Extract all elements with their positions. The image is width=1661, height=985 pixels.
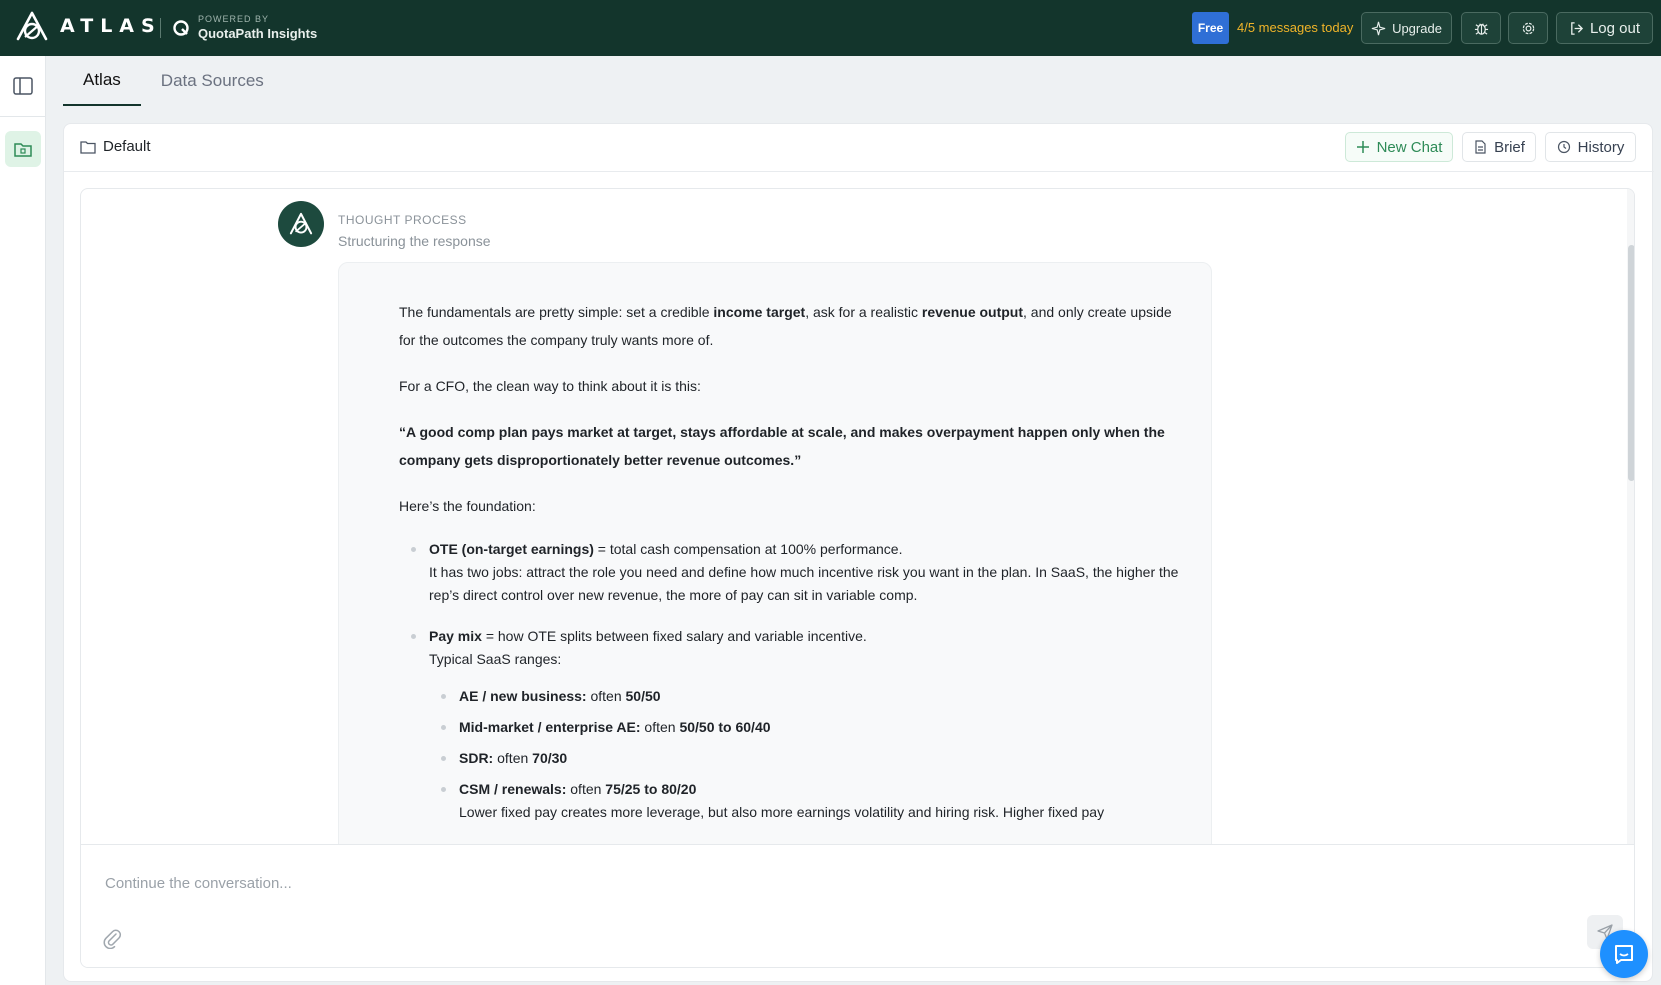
- folder-icon: [80, 140, 96, 154]
- tab-atlas[interactable]: Atlas: [63, 56, 141, 106]
- bold-term: OTE (on-target earnings): [429, 541, 594, 557]
- bug-icon: [1474, 22, 1488, 35]
- folder-icon: [14, 143, 32, 157]
- list-item: Pay mix = how OTE splits between fixed s…: [399, 625, 1179, 824]
- mix-value: 75/25 to 80/20: [605, 781, 697, 797]
- atlas-logo-icon: [289, 212, 313, 235]
- brand-wordmark: ATLAS: [60, 15, 162, 37]
- message-paragraph: The fundamentals are pretty simple: set …: [399, 298, 1179, 354]
- bold-term: income target: [713, 304, 806, 320]
- assistant-message: The fundamentals are pretty simple: set …: [338, 262, 1212, 844]
- upgrade-label: Upgrade: [1392, 20, 1442, 36]
- mix-value: 50/50: [625, 688, 661, 704]
- chat-panel: THOUGHT PROCESS Structuring the response…: [80, 188, 1635, 968]
- document-icon: [1475, 140, 1486, 154]
- powered-by-label: POWERED BY: [198, 14, 270, 24]
- sparkle-icon: [1371, 21, 1386, 35]
- message-quote: “A good comp plan pays market at target,…: [399, 418, 1179, 474]
- new-chat-label: New Chat: [1376, 138, 1443, 156]
- settings-button[interactable]: [1508, 12, 1548, 44]
- quotapath-icon: [173, 20, 189, 36]
- message-count: 4/5 messages today: [1237, 20, 1354, 35]
- thought-process-status: Structuring the response: [338, 233, 491, 249]
- message-paragraph: For a CFO, the clean way to think about …: [399, 378, 701, 394]
- composer: [81, 844, 1634, 967]
- role-name: CSM / renewals:: [459, 781, 567, 797]
- quote-text: “A good comp plan pays market at target,…: [399, 424, 1165, 468]
- list-item: OTE (on-target earnings) = total cash co…: [399, 538, 1179, 607]
- mix-value: 50/50 to 60/40: [679, 719, 771, 735]
- folder-name: Default: [103, 138, 151, 155]
- role-name: SDR:: [459, 750, 494, 766]
- pay-mix-item: Mid-market / enterprise AE: often 50/50 …: [429, 716, 1179, 739]
- upgrade-button[interactable]: Upgrade: [1361, 12, 1452, 44]
- pay-mix-item: SDR: often 70/30: [429, 747, 1179, 770]
- bold-term: revenue output: [921, 304, 1024, 320]
- brief-label: Brief: [1494, 138, 1525, 156]
- message-body: The fundamentals are pretty simple: set …: [399, 298, 1179, 842]
- folder-selector[interactable]: Default: [80, 138, 151, 155]
- text-run: = total cash compensation at 100% perfor…: [593, 541, 903, 557]
- bold-term: Pay mix: [429, 628, 482, 644]
- text-run: often: [566, 781, 606, 797]
- scrollbar-thumb[interactable]: [1628, 245, 1634, 481]
- history-icon: [1557, 140, 1570, 154]
- text-run: often: [493, 750, 533, 766]
- mix-value: 70/30: [532, 750, 568, 766]
- support-chat-button[interactable]: [1600, 930, 1648, 978]
- logout-label: Log out: [1589, 19, 1641, 37]
- text-run: often: [640, 719, 680, 735]
- history-label: History: [1577, 138, 1625, 156]
- sidebar-toggle-icon[interactable]: [12, 76, 34, 96]
- text-run: , ask for a realistic: [805, 304, 922, 320]
- chat-icon: [1615, 945, 1633, 964]
- role-name: AE / new business:: [459, 688, 587, 704]
- pay-mix-item: AE / new business: often 50/50: [429, 685, 1179, 708]
- left-rail: [0, 56, 46, 985]
- gear-icon: [1522, 22, 1534, 34]
- list-item-detail: It has two jobs: attract the role you ne…: [429, 564, 1179, 603]
- plus-icon: [1356, 141, 1369, 153]
- message-paragraph: Here’s the foundation:: [399, 498, 536, 514]
- powered-by-name: QuotaPath Insights: [198, 26, 318, 41]
- text-run: The fundamentals are pretty simple: set …: [399, 304, 714, 320]
- atlas-logo-icon[interactable]: [14, 11, 50, 43]
- chat-card: Default New Chat Brief History THOUGHT P…: [63, 123, 1654, 982]
- foundation-list: OTE (on-target earnings) = total cash co…: [399, 538, 1179, 824]
- assistant-avatar: [278, 201, 324, 247]
- brand-divider: [160, 18, 161, 38]
- logout-button[interactable]: Log out: [1556, 12, 1653, 44]
- paperclip-icon[interactable]: [101, 927, 123, 949]
- scrollbar[interactable]: [1627, 189, 1634, 844]
- top-bar: ATLAS POWERED BY QuotaPath Insights Free…: [0, 0, 1661, 56]
- history-button[interactable]: History: [1545, 132, 1636, 162]
- rail-divider: [0, 116, 45, 117]
- card-header: Default New Chat Brief History: [64, 124, 1654, 172]
- text-run: often: [586, 688, 626, 704]
- message-scroll-area[interactable]: THOUGHT PROCESS Structuring the response…: [81, 189, 1634, 844]
- logout-icon: [1571, 21, 1584, 35]
- list-item-detail: Typical SaaS ranges:: [429, 651, 562, 667]
- main-tabs: Atlas Data Sources: [63, 56, 284, 106]
- thought-process-label[interactable]: THOUGHT PROCESS: [338, 213, 467, 227]
- new-chat-button[interactable]: New Chat: [1345, 132, 1453, 162]
- report-bug-button[interactable]: [1461, 12, 1501, 44]
- message-input[interactable]: [105, 871, 1585, 895]
- text-run: = how OTE splits between fixed salary an…: [481, 628, 867, 644]
- role-name: Mid-market / enterprise AE:: [459, 719, 641, 735]
- pay-mix-list: AE / new business: often 50/50 Mid-marke…: [429, 685, 1179, 824]
- pay-mix-item: CSM / renewals: often 75/25 to 80/20 Lowe…: [429, 778, 1179, 824]
- rail-folder-button[interactable]: [5, 131, 41, 167]
- tab-data-sources[interactable]: Data Sources: [141, 56, 284, 106]
- plan-badge: Free: [1192, 12, 1229, 44]
- brief-button[interactable]: Brief: [1462, 132, 1536, 162]
- list-item-detail: Lower fixed pay creates more leverage, b…: [459, 804, 1105, 820]
